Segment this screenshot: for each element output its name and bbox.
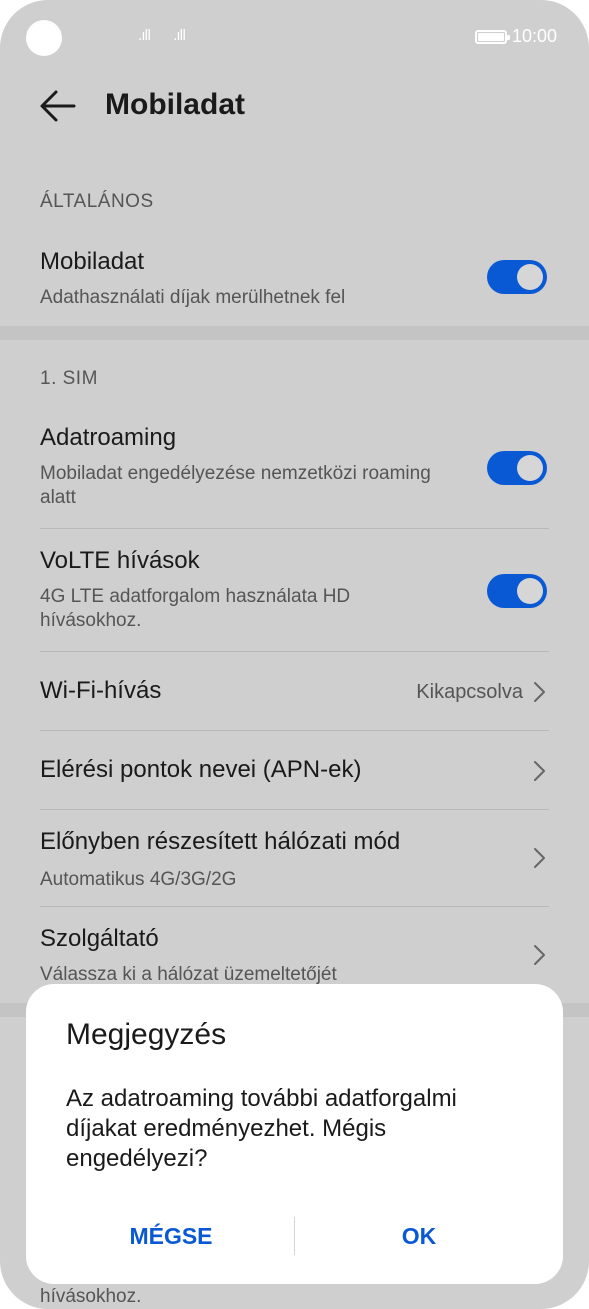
chevron-right-icon [534,761,545,781]
dialog-title: Megjegyzés [66,1018,227,1051]
toggle-knob [517,264,543,290]
volte-subtitle: 4G LTE adatforgalom használata HD híváso… [40,586,351,631]
data-roaming-subtitle: Mobiladat engedélyezése nemzetközi roami… [40,463,431,508]
wifi-calling-value: Kikapcsolva [416,681,523,703]
back-arrow-icon[interactable] [38,88,78,124]
section-label-general: ÁLTALÁNOS [40,191,154,212]
phone-screen: .ıll .ıll 10:00 Mobiladat ÁLTALÁNOS Mobi… [0,0,589,1309]
signal-strength-icon: .ıll [138,28,151,44]
wifi-calling-row[interactable]: Wi-Fi-hívás Kikapcsolva [0,652,589,730]
section-separator [0,326,589,340]
network-mode-row[interactable]: Előnyben részesített hálózati mód Automa… [0,810,589,906]
section-label-sim: 1. SIM [40,368,98,389]
front-camera-icon [26,20,62,56]
toggle-knob [517,455,543,481]
battery-icon [475,30,510,44]
network-mode-subtitle: Automatikus 4G/3G/2G [40,869,237,890]
button-separator [294,1217,295,1255]
apn-title: Elérési pontok nevei (APN-ek) [40,756,362,783]
status-time: 10:00 [512,26,558,46]
mobile-data-row[interactable]: Mobiladat Adathasználati díjak merülhetn… [0,240,589,326]
operator-title: Szolgáltató [40,925,159,952]
mobile-data-title: Mobiladat [40,248,145,275]
status-bar: .ıll .ıll 10:00 [0,0,589,76]
app-header: Mobiladat [0,76,589,146]
data-roaming-row[interactable]: Adatroaming Mobiladat engedélyezése nemz… [0,416,589,528]
network-mode-title: Előnyben részesített hálózati mód [40,828,401,855]
wifi-calling-title: Wi-Fi-hívás [40,677,162,704]
chevron-right-icon [534,848,545,868]
mobile-data-subtitle: Adathasználati díjak merülhetnek fel [40,287,346,308]
chevron-right-icon [534,945,545,965]
volte-toggle[interactable] [487,574,547,608]
roaming-warning-dialog: Megjegyzés Az adatroaming további adatfo… [26,984,563,1284]
toggle-knob [517,578,543,604]
chevron-right-icon [534,682,545,702]
background-text-peek: hívásokhoz. [40,1286,142,1307]
data-roaming-toggle[interactable] [487,451,547,485]
mobile-data-toggle[interactable] [487,260,547,294]
divider [40,528,549,529]
volte-row[interactable]: VoLTE hívások 4G LTE adatforgalom haszná… [0,539,589,651]
apn-row[interactable]: Elérési pontok nevei (APN-ek) [0,731,589,809]
dialog-message: Az adatroaming további adatforgalmi díja… [66,1085,457,1172]
volte-title: VoLTE hívások [40,547,200,574]
data-roaming-title: Adatroaming [40,424,177,451]
cancel-button[interactable]: MÉGSE [56,1206,286,1266]
ok-button[interactable]: OK [304,1206,534,1266]
signal-strength-icon: .ıll [173,28,186,44]
page-title: Mobiladat [105,88,245,121]
